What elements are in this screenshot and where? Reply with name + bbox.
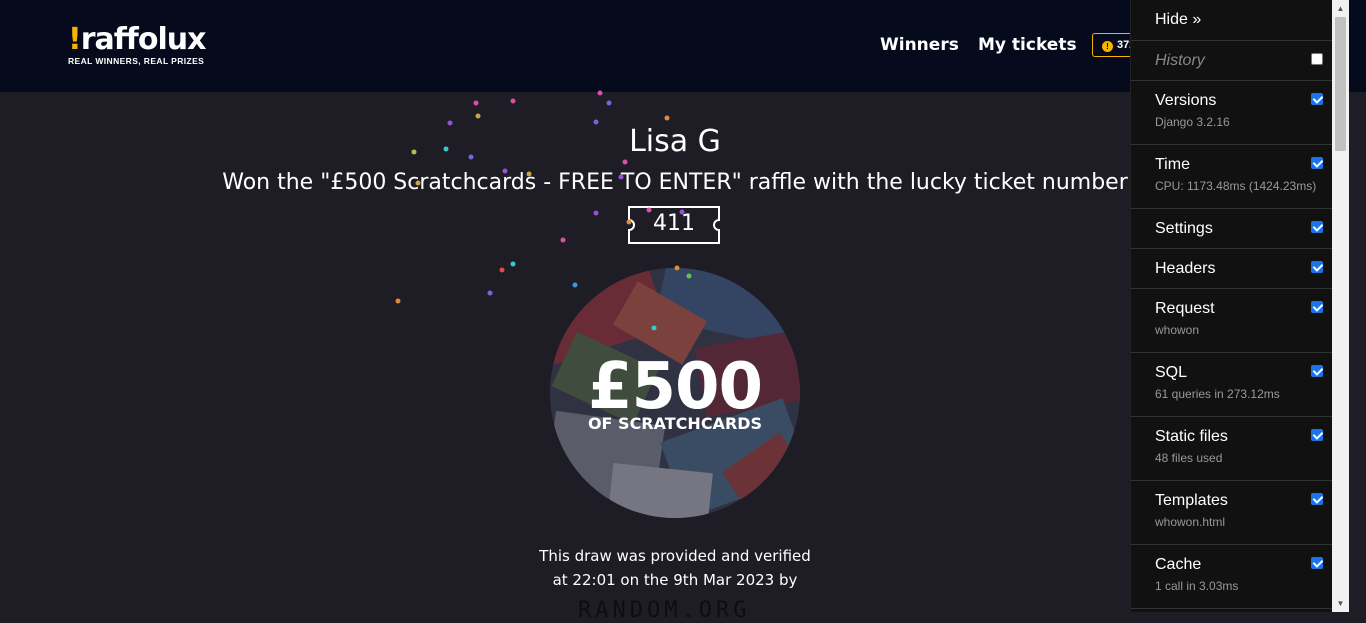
page-scrollbar[interactable]: ▲ ▼: [1332, 0, 1349, 612]
lucky-ticket-number: 411: [653, 211, 695, 236]
debug-panel-static-files[interactable]: Static files 48 files used: [1131, 417, 1333, 481]
scroll-down-arrow-icon[interactable]: ▼: [1332, 595, 1349, 612]
static-files-panel-checkbox[interactable]: [1311, 429, 1323, 441]
cache-panel-checkbox[interactable]: [1311, 557, 1323, 569]
prize-image: £500 OF SCRATCHCARDS: [550, 268, 800, 518]
settings-panel-checkbox[interactable]: [1311, 221, 1323, 233]
debug-panel-sql[interactable]: SQL 61 queries in 273.12ms: [1131, 353, 1333, 417]
templates-panel-checkbox[interactable]: [1311, 493, 1323, 505]
raffolux-logo[interactable]: !raffolux REAL WINNERS, REAL PRIZES: [68, 25, 206, 67]
debug-panel-cache[interactable]: Cache 1 call in 3.03ms: [1131, 545, 1333, 609]
nav-winners-link[interactable]: Winners: [880, 35, 959, 55]
draw-text-line-1: This draw was provided and verified: [539, 547, 811, 565]
debug-panel-templates[interactable]: Templates whowon.html: [1131, 481, 1333, 545]
debug-toolbar-hide-button[interactable]: Hide »: [1131, 0, 1333, 41]
debug-panel-settings[interactable]: Settings: [1131, 209, 1333, 249]
draw-text-line-2: at 22:01 on the 9th Mar 2023 by: [552, 571, 798, 589]
debug-panel-request[interactable]: Request whowon: [1131, 289, 1333, 353]
prize-amount: £500: [587, 350, 763, 424]
scrollbar-thumb[interactable]: [1335, 17, 1346, 151]
nav-my-tickets-link[interactable]: My tickets: [978, 35, 1077, 55]
debug-toolbar: Hide » History Versions Django 3.2.16 Ti…: [1130, 0, 1333, 612]
coin-icon: !: [1102, 41, 1113, 52]
draw-verification-text: This draw was provided and verified at 2…: [500, 544, 850, 592]
scroll-up-arrow-icon[interactable]: ▲: [1332, 0, 1349, 17]
history-panel-checkbox[interactable]: [1311, 53, 1323, 65]
debug-panel-time[interactable]: Time CPU: 1173.48ms (1424.23ms): [1131, 145, 1333, 209]
time-panel-checkbox[interactable]: [1311, 157, 1323, 169]
debug-panel-history[interactable]: History: [1131, 41, 1333, 81]
logo-tagline: REAL WINNERS, REAL PRIZES: [68, 56, 205, 66]
prize-subtitle: OF SCRATCHCARDS: [587, 414, 763, 433]
request-panel-checkbox[interactable]: [1311, 301, 1323, 313]
random-org-logo[interactable]: RANDOM.ORG: [578, 598, 774, 623]
debug-panel-headers[interactable]: Headers: [1131, 249, 1333, 289]
sql-panel-checkbox[interactable]: [1311, 365, 1323, 377]
debug-panel-versions[interactable]: Versions Django 3.2.16: [1131, 81, 1333, 145]
headers-panel-checkbox[interactable]: [1311, 261, 1323, 273]
versions-panel-checkbox[interactable]: [1311, 93, 1323, 105]
